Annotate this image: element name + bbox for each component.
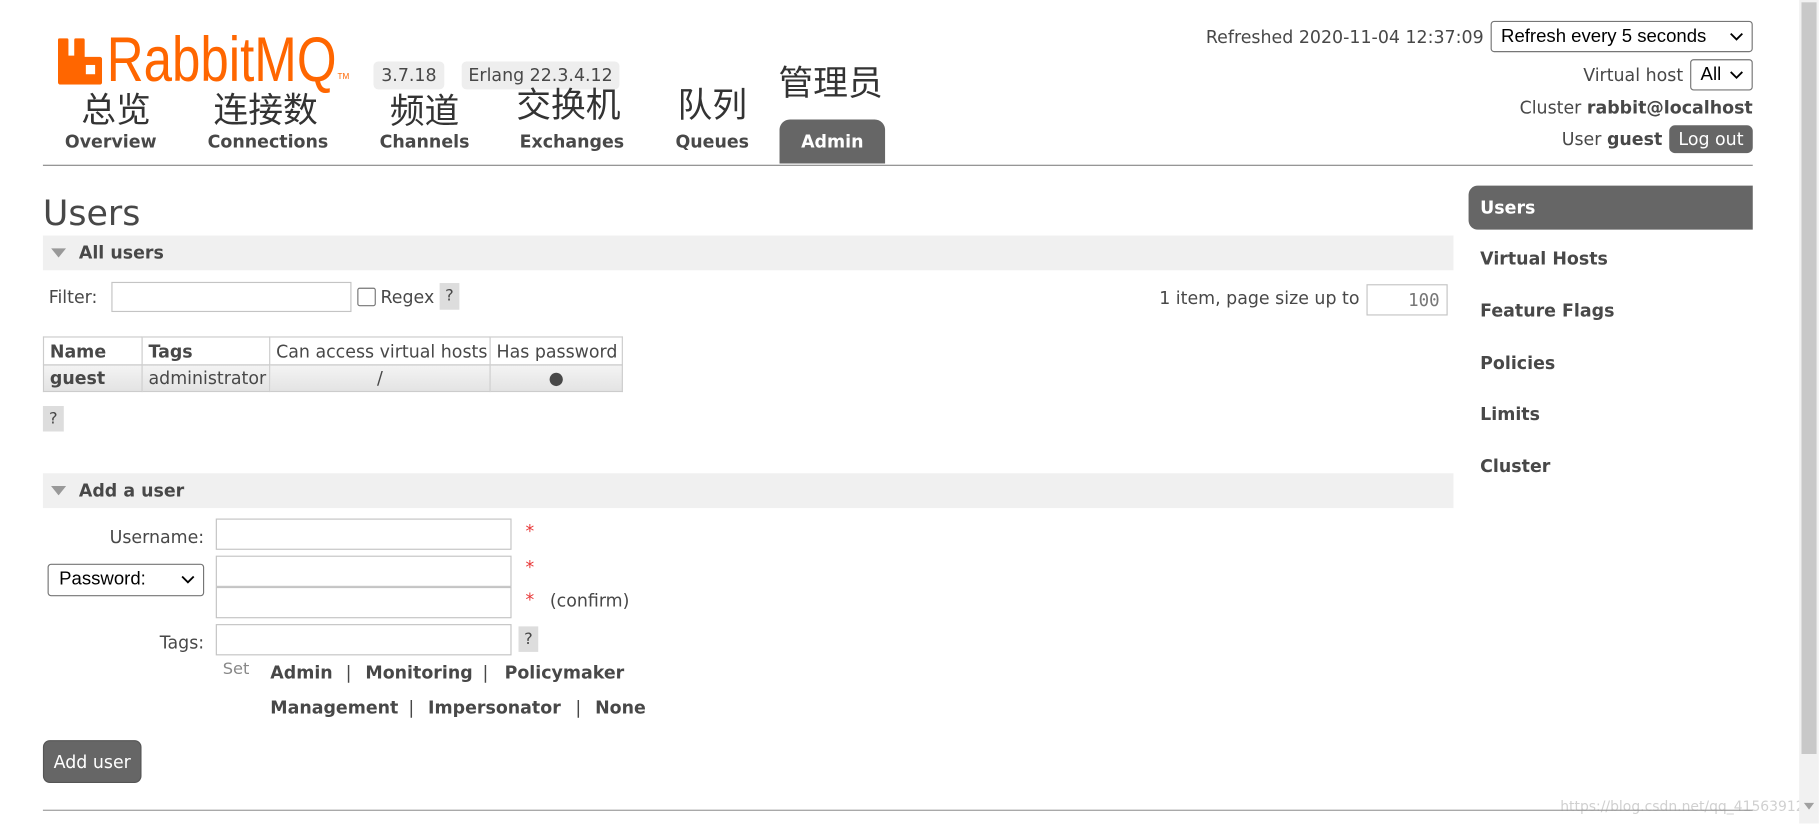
tags-help-button[interactable]: ? xyxy=(518,626,539,652)
regex-label: Regex xyxy=(380,286,435,308)
sidebar-item-cluster[interactable]: Cluster xyxy=(1469,449,1753,484)
tag-option-impersonator[interactable]: Impersonator xyxy=(428,696,561,719)
cell-user-vhosts: / xyxy=(269,364,491,393)
table-row[interactable]: guest administrator / ● xyxy=(42,364,623,393)
username-label: Username: xyxy=(109,526,205,548)
tab-overview[interactable]: Overview xyxy=(46,119,175,163)
triangle-down-icon xyxy=(51,486,67,496)
password-confirm-required-mark: * xyxy=(525,589,535,611)
tags-input[interactable] xyxy=(215,624,512,656)
logo-text: RabbitMQ xyxy=(106,25,337,96)
cluster-label: Cluster xyxy=(1519,97,1582,119)
table-header-row: Name Tags Can access virtual hosts Has p… xyxy=(42,336,623,366)
password-type-value: Password: xyxy=(59,569,146,590)
tab-label: Exchanges xyxy=(519,131,625,152)
password-type-select[interactable]: Password: xyxy=(47,563,205,597)
add-user-section-header[interactable]: Add a user xyxy=(42,473,1454,509)
column-header-tags[interactable]: Tags xyxy=(141,336,271,366)
username-input[interactable] xyxy=(215,518,512,550)
sidebar-item-feature-flags[interactable]: Feature Flags xyxy=(1469,293,1753,328)
password-confirm-input[interactable] xyxy=(215,586,512,619)
tag-option-none[interactable]: None xyxy=(595,696,646,719)
chevron-down-icon xyxy=(1730,70,1743,79)
tab-annotation-admin: 管理员 xyxy=(778,63,883,105)
all-users-section-header[interactable]: All users xyxy=(42,235,1454,271)
add-user-button[interactable]: Add user xyxy=(42,740,142,783)
tab-label: Overview xyxy=(64,131,157,152)
column-header-name[interactable]: Name xyxy=(42,336,143,366)
tab-label: Queues xyxy=(675,131,749,152)
virtual-host-label: Virtual host xyxy=(1583,64,1684,86)
password-input[interactable] xyxy=(215,555,512,587)
virtual-host-value: All xyxy=(1700,64,1722,85)
tag-separator: | xyxy=(575,697,582,719)
page-title: Users xyxy=(42,193,141,235)
sidebar-item-policies[interactable]: Policies xyxy=(1469,346,1753,381)
version-badge: 3.7.18 xyxy=(373,61,445,90)
confirm-label: (confirm) xyxy=(549,590,630,612)
tab-channels[interactable]: Channels xyxy=(361,119,489,163)
tag-option-management[interactable]: Management xyxy=(270,696,398,719)
chevron-down-icon xyxy=(181,575,195,584)
tab-admin[interactable]: Admin xyxy=(779,119,886,164)
password-required-mark: * xyxy=(525,556,535,578)
filter-help-button[interactable]: ? xyxy=(439,283,460,310)
sidebar-item-limits[interactable]: Limits xyxy=(1469,397,1753,432)
sidebar-item-virtual-hosts[interactable]: Virtual Hosts xyxy=(1469,241,1753,276)
tag-option-monitoring[interactable]: Monitoring xyxy=(365,661,472,684)
chevron-down-icon xyxy=(1730,32,1743,41)
refresh-interval-value: Refresh every 5 seconds xyxy=(1501,26,1707,46)
user-label: User xyxy=(1561,128,1602,150)
virtual-host-select[interactable]: All xyxy=(1690,59,1753,91)
tab-queues[interactable]: Queues xyxy=(648,119,776,163)
tag-option-policymaker[interactable]: Policymaker xyxy=(505,661,625,684)
cell-has-password: ● xyxy=(489,364,623,393)
column-header-has-password: Has password xyxy=(489,336,623,366)
refresh-interval-select[interactable]: Refresh every 5 seconds xyxy=(1490,20,1753,53)
scroll-down-arrow-icon[interactable] xyxy=(1803,802,1815,810)
refreshed-label: Refreshed xyxy=(1205,26,1294,48)
column-header-vhosts: Can access virtual hosts xyxy=(269,336,491,366)
cluster-info: Cluster rabbit@localhost xyxy=(1520,96,1753,119)
tags-label: Tags: xyxy=(159,632,205,654)
tab-connections[interactable]: Connections xyxy=(204,119,332,163)
filter-label: Filter: xyxy=(48,286,98,308)
refreshed-timestamp: 2020-11-04 12:37:09 xyxy=(1298,26,1484,48)
rabbit-logo-icon xyxy=(58,38,103,85)
cell-user-tags: administrator xyxy=(141,364,271,393)
footer-divider xyxy=(42,809,1753,811)
refreshed-status: Refreshed 2020-11-04 12:37:09 xyxy=(1206,26,1484,49)
section-title: Add a user xyxy=(78,480,185,502)
page-size-input[interactable] xyxy=(1366,284,1448,316)
tab-label: Admin xyxy=(801,131,864,152)
watermark: https://blog.csdn.net/qq_41563912 xyxy=(1560,798,1805,815)
header-divider xyxy=(42,164,1753,166)
section-title: All users xyxy=(78,242,164,264)
user-info: User guest xyxy=(1562,128,1663,151)
tab-label: Connections xyxy=(207,131,329,152)
pagination-label: 1 item, page size up to xyxy=(1159,287,1360,309)
user-name: guest xyxy=(1606,128,1663,150)
users-table: Name Tags Can access virtual hosts Has p… xyxy=(42,336,623,393)
cluster-name: rabbit@localhost xyxy=(1586,97,1753,119)
tag-option-admin[interactable]: Admin xyxy=(270,661,332,684)
filter-input[interactable] xyxy=(111,281,352,313)
logout-button[interactable]: Log out xyxy=(1669,125,1753,154)
logo-trademark: TM xyxy=(337,73,350,82)
tab-label: Channels xyxy=(379,131,470,152)
scrollbar-thumb[interactable] xyxy=(1801,2,1817,754)
cell-user-name[interactable]: guest xyxy=(42,364,143,393)
triangle-down-icon xyxy=(51,248,67,258)
tag-separator: | xyxy=(345,662,352,684)
sidebar-item-users[interactable]: Users xyxy=(1468,185,1753,230)
tab-exchanges[interactable]: Exchanges xyxy=(508,119,636,163)
tag-separator: | xyxy=(482,662,489,684)
username-required-mark: * xyxy=(525,520,535,542)
tag-separator: | xyxy=(408,697,415,719)
regex-checkbox[interactable] xyxy=(357,287,376,307)
rabbitmq-management-page: RabbitMQ TM 3.7.18 Erlang 22.3.4.12 总览 连… xyxy=(0,0,1819,824)
table-help-button[interactable]: ? xyxy=(42,406,64,432)
set-tags-label: Set xyxy=(222,660,250,679)
